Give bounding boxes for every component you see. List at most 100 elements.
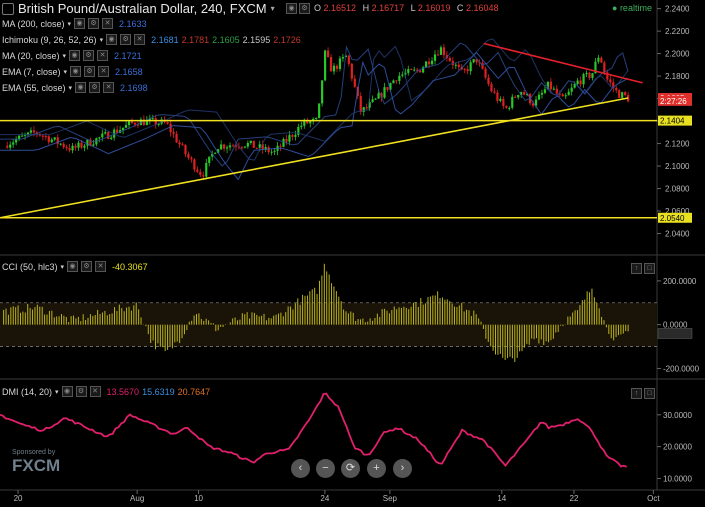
- candle-body: [543, 89, 547, 93]
- candle-body: [273, 150, 276, 152]
- cci-legend: CCI (50, hlc3) ▾ ◉ ⚙ ✕ -40.3067: [2, 261, 148, 272]
- candle-body: [439, 47, 443, 55]
- cci-close-icon[interactable]: ✕: [95, 261, 107, 272]
- candle-body: [597, 57, 600, 62]
- price-tick-label: 2.0800: [665, 185, 690, 194]
- cci-move-up-icon[interactable]: ↑: [631, 263, 642, 274]
- candle-body: [32, 130, 36, 133]
- candle-body: [386, 87, 389, 90]
- candle-body: [582, 74, 585, 85]
- candle-body: [104, 132, 107, 134]
- candle-body: [365, 107, 368, 109]
- cci-value: -40.3067: [112, 261, 148, 272]
- candle-body: [609, 79, 612, 83]
- candle-body: [29, 130, 33, 133]
- candle-body: [472, 59, 475, 63]
- candle-body: [555, 88, 558, 94]
- sponsor-text: Sponsored by: [12, 449, 56, 456]
- candle-body: [323, 50, 327, 81]
- candle-body: [291, 135, 294, 137]
- candle-body: [359, 95, 362, 112]
- zoom-in-button[interactable]: +: [367, 459, 386, 478]
- zoom-out-button[interactable]: ‹: [291, 459, 310, 478]
- dmi-tick-label: 10.0000: [663, 474, 692, 483]
- candle-body: [62, 143, 65, 148]
- price-tick-label: 2.2200: [665, 27, 690, 36]
- candle-body: [208, 156, 211, 163]
- candle-body: [231, 145, 235, 147]
- candle-body: [493, 91, 496, 93]
- dmi-eye-icon[interactable]: ◉: [61, 386, 73, 397]
- dmi-settings-icon[interactable]: ⚙: [75, 386, 87, 397]
- candle-body: [71, 145, 74, 151]
- candle-body: [353, 78, 356, 87]
- candle-body: [362, 107, 365, 112]
- zoom-minus-button[interactable]: −: [316, 459, 335, 478]
- arrow-left-icon: ‹: [298, 462, 303, 474]
- candle-body: [430, 60, 434, 65]
- fxcm-logo: FXCM: [12, 456, 61, 475]
- candle-body: [481, 62, 484, 69]
- candle-body: [178, 142, 181, 145]
- candle-body: [12, 142, 15, 145]
- cci-eye-icon[interactable]: ◉: [67, 261, 79, 272]
- candle-body: [110, 137, 113, 139]
- price-tick-label: 2.0400: [665, 230, 690, 239]
- candle-body: [151, 118, 154, 120]
- candle-body: [80, 142, 83, 148]
- dmi-close-icon[interactable]: ✕: [89, 386, 101, 397]
- candle-body: [398, 75, 401, 81]
- reset-button[interactable]: ⟳: [341, 459, 360, 478]
- candle-body: [184, 144, 187, 155]
- price-label: 2.0540: [660, 214, 685, 223]
- cci-current-label-bg: [657, 328, 693, 339]
- candle-body: [591, 73, 594, 78]
- candle-body: [74, 145, 77, 148]
- dmi-pane-buttons: ↑ □: [631, 388, 655, 399]
- minus-icon: −: [322, 462, 329, 474]
- candle-body: [615, 87, 618, 91]
- candle-body: [77, 142, 80, 148]
- candle-body: [190, 157, 193, 160]
- candle-body: [50, 139, 53, 143]
- candle-body: [59, 143, 62, 145]
- candle-body: [624, 92, 627, 96]
- time-tick-label: 20: [14, 494, 23, 503]
- cci-chevron-down-icon[interactable]: ▾: [61, 263, 65, 271]
- candle-body: [505, 106, 508, 108]
- candle-body: [300, 125, 303, 128]
- moving-average-line: [0, 38, 629, 161]
- dmi-value-adx: 13.5670: [106, 386, 140, 397]
- candle-body: [175, 133, 178, 143]
- candle-body: [294, 134, 297, 137]
- dmi-move-up-icon[interactable]: ↑: [631, 388, 642, 399]
- candle-body: [68, 148, 71, 151]
- price-tick-label: 2.1200: [665, 140, 690, 149]
- candle-body: [347, 55, 350, 64]
- dmi-maximize-icon[interactable]: □: [644, 388, 655, 399]
- candle-body: [410, 69, 413, 71]
- scroll-right-button[interactable]: ›: [393, 459, 412, 478]
- plus-icon: +: [373, 462, 380, 474]
- candle-body: [549, 81, 552, 90]
- candle-body: [383, 87, 386, 98]
- candle-body: [552, 88, 555, 90]
- candle-body: [540, 92, 544, 95]
- candle-body: [83, 145, 86, 148]
- price-tick-label: 2.2000: [665, 50, 690, 59]
- candle-body: [413, 69, 416, 71]
- cci-tick-label: 200.0000: [663, 277, 697, 286]
- candle-body: [193, 159, 196, 170]
- cci-settings-icon[interactable]: ⚙: [81, 261, 93, 272]
- candle-body: [514, 96, 517, 98]
- cci-maximize-icon[interactable]: □: [644, 263, 655, 274]
- candle-body: [496, 92, 499, 101]
- candle-body: [371, 99, 374, 103]
- dmi-chevron-down-icon[interactable]: ▾: [55, 388, 59, 396]
- candle-body: [502, 98, 505, 107]
- candle-body: [392, 80, 395, 84]
- candle-body: [427, 61, 431, 65]
- candle-body: [47, 136, 50, 143]
- candle-body: [407, 69, 410, 73]
- candle-body: [490, 84, 493, 92]
